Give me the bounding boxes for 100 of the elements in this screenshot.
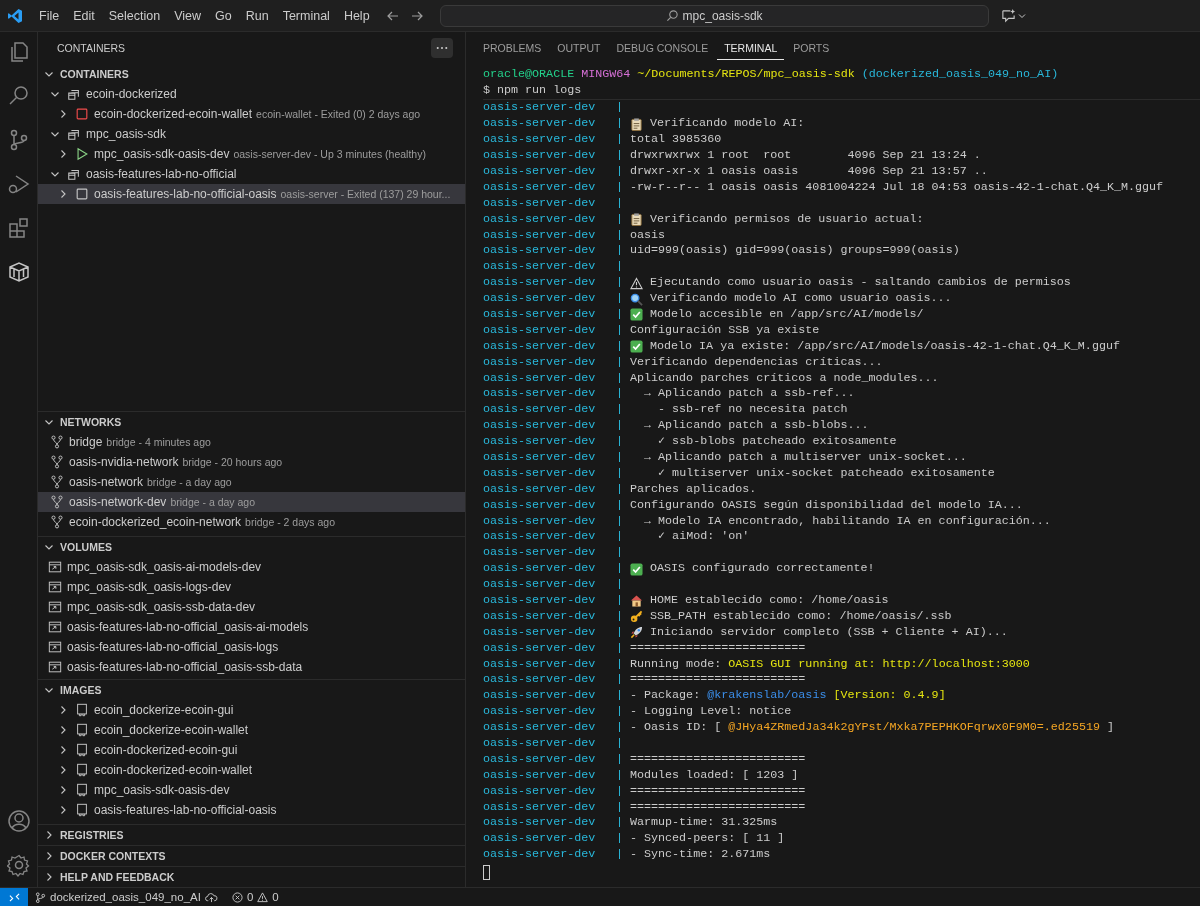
section-header[interactable]: IMAGES <box>38 679 465 700</box>
chevron-down-icon[interactable] <box>44 542 54 552</box>
log-source: oasis-server-dev <box>483 195 597 212</box>
log-separator: | <box>616 132 623 149</box>
log-message: Verificando modelo AI: <box>650 116 805 133</box>
chevron-right-icon[interactable] <box>44 851 54 861</box>
log-message: Configurando OASIS según disponibilidad del modelo IA... <box>630 497 1023 514</box>
log-separator: | <box>616 465 623 482</box>
extensions-icon[interactable] <box>6 216 31 240</box>
run-debug-icon[interactable] <box>6 172 31 196</box>
log-source: oasis-server-dev <box>483 148 597 164</box>
log-separator: | <box>616 291 623 307</box>
container-icon[interactable] <box>6 260 31 284</box>
panel-tab[interactable]: OUTPUT <box>550 36 608 60</box>
image-row[interactable]: ecoin-dockerized-ecoin-wallet <box>38 760 465 780</box>
chevron-down-icon[interactable] <box>50 169 60 179</box>
chevron-down-icon[interactable] <box>44 685 54 695</box>
log-source: oasis-server-dev <box>483 259 597 276</box>
network-row[interactable]: oasis-network bridge - a day ago <box>38 472 465 492</box>
log-separator: | <box>616 799 623 816</box>
container-row[interactable]: oasis-features-lab-no-official-oasis oasis-server - Exited (137) 29 hour... <box>38 184 465 204</box>
volume-row[interactable]: mpc_oasis-sdk_oasis-ai-models-dev <box>38 557 465 577</box>
image-row[interactable]: ecoin_dockerize-ecoin-gui <box>38 700 465 720</box>
volume-drive-icon <box>48 640 62 654</box>
section-header[interactable]: VOLUMES <box>38 536 465 557</box>
panel-tab[interactable]: PORTS <box>786 36 837 60</box>
network-row[interactable]: oasis-network-dev bridge - a day ago <box>38 492 465 512</box>
menu-item[interactable]: File <box>33 6 66 25</box>
chevron-right-icon[interactable] <box>58 149 68 159</box>
container-group-row[interactable]: mpc_oasis-sdk <box>38 124 465 144</box>
chevron-right-icon[interactable] <box>58 765 68 775</box>
image-row[interactable]: ecoin_dockerize-ecoin-wallet <box>38 720 465 740</box>
menu-item[interactable]: Help <box>337 6 376 25</box>
container-row[interactable]: mpc_oasis-sdk-oasis-dev oasis-server-dev - Up 3 minutes (healthy) <box>38 144 465 164</box>
section-header[interactable]: DOCKER CONTEXTS <box>38 845 465 866</box>
image-row[interactable]: mpc_oasis-sdk-oasis-dev <box>38 780 465 800</box>
log-separator: | <box>616 402 623 419</box>
chevron-right-icon[interactable] <box>44 830 54 840</box>
section-header[interactable]: CONTAINERS <box>38 64 465 84</box>
menu-item[interactable]: View <box>168 6 207 25</box>
chevron-right-icon[interactable] <box>44 872 54 882</box>
chevron-down-icon[interactable] <box>50 89 60 99</box>
container-group-row[interactable]: ecoin-dockerized <box>38 84 465 104</box>
log-source: oasis-server-dev <box>483 529 597 546</box>
log-message: oasis <box>630 227 666 244</box>
menu-item[interactable]: Go <box>209 6 238 25</box>
chevron-right-icon[interactable] <box>58 805 68 815</box>
network-row[interactable]: bridge bridge - 4 minutes ago <box>38 432 465 452</box>
menu-item[interactable]: Run <box>239 6 275 25</box>
chevron-right-icon[interactable] <box>58 745 68 755</box>
command-center-search[interactable]: mpc_oasis-sdk <box>439 4 989 27</box>
log-message: uid=999(oasis) gid=999(oasis) groups=999(oasis) <box>630 243 960 260</box>
network-details: bridge - 20 hours ago <box>182 456 283 468</box>
panel-tab[interactable]: TERMINAL <box>717 36 785 60</box>
log-message: OASIS configurado correctamente! <box>650 561 875 578</box>
container-group-row[interactable]: oasis-features-lab-no-official <box>38 164 465 184</box>
log-source: oasis-server-dev <box>483 688 597 705</box>
log-separator: | <box>616 243 623 260</box>
network-row[interactable]: oasis-nvidia-network bridge - 20 hours ago <box>38 452 465 472</box>
cloud-upload-icon <box>204 891 218 903</box>
chevron-right-icon[interactable] <box>58 785 68 795</box>
network-details: bridge - 2 days ago <box>245 516 335 528</box>
volume-row[interactable]: oasis-features-lab-no-official_oasis-ai-models <box>38 617 465 637</box>
warning-icon <box>257 891 269 903</box>
volume-row[interactable]: oasis-features-lab-no-official_oasis-ssb-data <box>38 657 465 677</box>
panel-tab[interactable]: DEBUG CONSOLE <box>609 36 716 60</box>
network-row[interactable]: ecoin-dockerized_ecoin-network bridge - 2 days ago <box>38 512 465 532</box>
chevron-down-icon[interactable] <box>44 417 54 427</box>
windows-stack-icon <box>67 127 81 141</box>
chevron-right-icon[interactable] <box>58 705 68 715</box>
chevron-right-icon[interactable] <box>58 109 68 119</box>
menu-item[interactable]: Selection <box>102 6 167 25</box>
log-separator: | <box>616 338 623 355</box>
volume-row[interactable]: oasis-features-lab-no-official_oasis-logs <box>38 637 465 657</box>
chevron-right-icon[interactable] <box>58 725 68 735</box>
log-source: oasis-server-dev <box>483 608 597 625</box>
volume-row[interactable]: mpc_oasis-sdk_oasis-logs-dev <box>38 577 465 597</box>
panel-tab[interactable]: PROBLEMS <box>476 36 549 60</box>
settings-icon[interactable] <box>6 853 31 877</box>
log-source: oasis-server-dev <box>483 799 597 816</box>
image-row[interactable]: ecoin-dockerized-ecoin-gui <box>38 740 465 760</box>
container-row[interactable]: ecoin-dockerized-ecoin-wallet ecoin-wallet - Exited (0) 2 days ago <box>38 104 465 124</box>
log-source: oasis-server-dev <box>483 656 597 673</box>
menu-item[interactable]: Edit <box>67 6 101 25</box>
problems-status[interactable]: 0 0 <box>224 891 286 903</box>
chevron-down-icon[interactable] <box>44 69 54 79</box>
more-actions-button[interactable] <box>431 38 453 58</box>
branch-status[interactable]: dockerized_oasis_049_no_AI <box>28 891 225 903</box>
volume-drive-icon <box>48 620 62 634</box>
log-source: oasis-server-dev <box>483 370 597 387</box>
section-header[interactable]: NETWORKS <box>38 411 465 432</box>
chevron-right-icon[interactable] <box>58 189 68 199</box>
menu-item[interactable]: Terminal <box>276 6 336 25</box>
volume-row[interactable]: mpc_oasis-sdk_oasis-ssb-data-dev <box>38 597 465 617</box>
section-header[interactable]: REGISTRIES <box>38 824 465 845</box>
image-row[interactable]: oasis-features-lab-no-official-oasis <box>38 800 465 820</box>
chat-menu-button[interactable] <box>1000 8 1026 23</box>
chevron-down-icon[interactable] <box>50 129 60 139</box>
log-separator: | <box>616 767 623 784</box>
account-icon[interactable] <box>6 809 31 833</box>
